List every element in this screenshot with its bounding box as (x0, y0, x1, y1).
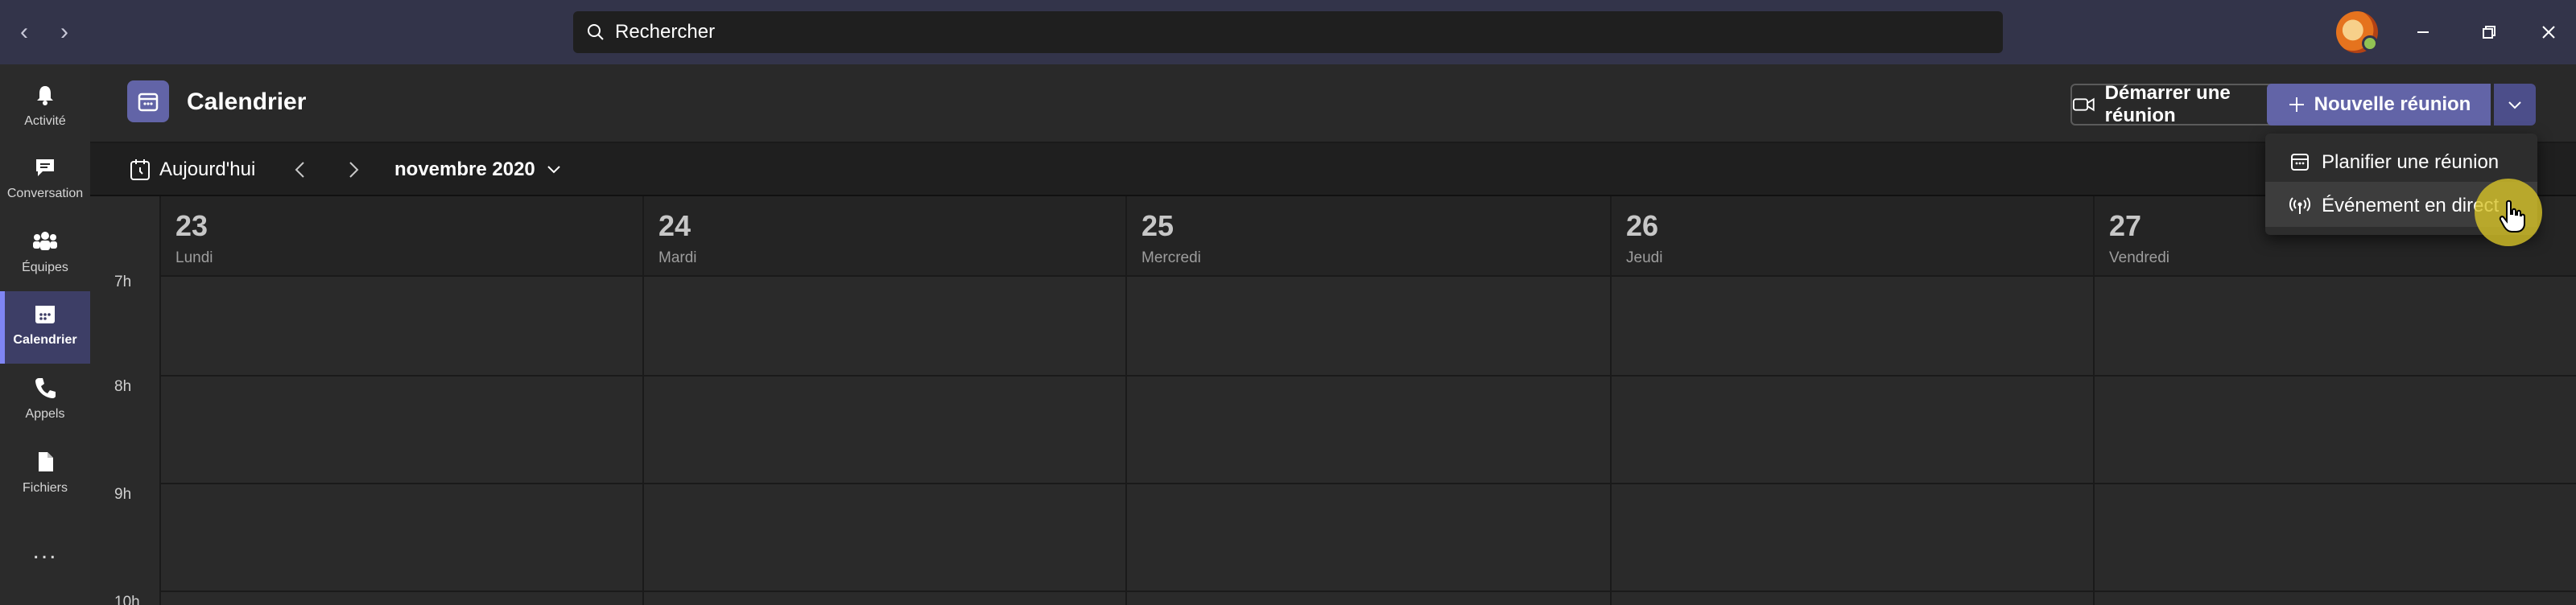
rail-item-chat[interactable]: Conversation (0, 145, 90, 217)
previous-week-button[interactable] (287, 156, 314, 183)
month-label: novembre 2020 (394, 158, 535, 180)
rail-item-calls[interactable]: Appels (0, 365, 90, 438)
rail-item-teams[interactable]: Équipes (0, 219, 90, 291)
menu-item-label: Planifier une réunion (2322, 151, 2500, 173)
day-number: 27 (2109, 209, 2142, 242)
page-title: Calendrier (187, 88, 307, 115)
app-rail: Activité Conversation Équipes Calendrier… (0, 64, 90, 605)
chevron-down-icon (547, 166, 560, 174)
rail-item-label: Calendrier (13, 333, 77, 347)
today-label: Aujourd'hui (159, 158, 256, 180)
calendar-today-icon (130, 159, 150, 180)
rail-item-calendar[interactable]: Calendrier (0, 291, 90, 364)
menu-item-schedule-meeting[interactable]: Planifier une réunion (2265, 138, 2537, 183)
day-name: Jeudi (1626, 249, 1663, 266)
forward-arrow-icon[interactable]: › (50, 18, 79, 47)
calendar-icon (2291, 154, 2309, 171)
page-header: Calendrier Démarrer une réunion Nouvelle… (90, 64, 2576, 143)
back-arrow-icon[interactable]: ‹ (10, 18, 39, 47)
rail-item-label: Fichiers (22, 481, 68, 495)
hand-cursor-icon (2499, 200, 2525, 233)
minimize-icon[interactable] (2405, 14, 2441, 50)
day-number: 24 (658, 209, 691, 242)
day-number: 25 (1141, 209, 1174, 242)
file-icon (33, 447, 57, 476)
broadcast-icon (2289, 197, 2310, 214)
next-week-button[interactable] (340, 156, 367, 183)
rail-item-label: Équipes (22, 261, 68, 274)
day-name: Lundi (175, 249, 213, 266)
hour-label: 8h (114, 378, 132, 395)
search-input[interactable] (615, 21, 1903, 43)
today-button[interactable]: Aujourd'hui (129, 156, 255, 183)
calendar-grid: 7h 8h 9h 10h 23 Lundi 24 Mardi 25 Mercre… (90, 196, 2576, 605)
day-column[interactable]: 27 Vendredi (2093, 196, 2576, 605)
teams-icon (31, 227, 59, 256)
day-header: 24 Mardi (644, 196, 1125, 277)
day-name: Mardi (658, 249, 697, 266)
start-meeting-button[interactable]: Démarrer une réunion (2070, 82, 2299, 126)
presence-badge-icon (2362, 35, 2378, 51)
calendar-app-icon (127, 80, 169, 122)
calendar-icon (33, 299, 57, 328)
title-bar: ‹ › (0, 0, 2576, 64)
new-meeting-dropdown-button[interactable] (2494, 84, 2536, 126)
hour-label: 9h (114, 486, 132, 503)
rail-item-label: Activité (24, 114, 66, 128)
hour-label: 10h (114, 594, 140, 605)
day-column[interactable]: 23 Lundi (159, 196, 642, 605)
close-icon[interactable] (2531, 14, 2566, 50)
month-picker[interactable]: novembre 2020 (394, 156, 563, 183)
video-camera-icon (2072, 97, 2095, 112)
chevron-right-icon (349, 162, 359, 178)
more-apps-button[interactable]: ... (0, 531, 90, 571)
calendar-toolbar: Aujourd'hui novembre 2020 (90, 143, 2576, 196)
new-meeting-button[interactable]: Nouvelle réunion (2267, 84, 2491, 126)
rail-item-activity[interactable]: Activité (0, 72, 90, 145)
day-header: 25 Mercredi (1127, 196, 1610, 277)
chevron-left-icon (295, 162, 304, 178)
day-column[interactable]: 25 Mercredi (1125, 196, 1610, 605)
hour-label: 7h (114, 274, 132, 290)
day-name: Vendredi (2109, 249, 2170, 266)
bell-icon (33, 80, 57, 109)
search-box[interactable] (573, 11, 2003, 53)
rail-item-label: Conversation (6, 187, 84, 200)
menu-item-label: Événement en direct (2322, 195, 2500, 216)
phone-icon (33, 373, 57, 402)
day-number: 23 (175, 209, 208, 242)
restore-icon[interactable] (2471, 14, 2507, 50)
day-column[interactable]: 26 Jeudi (1610, 196, 2093, 605)
day-header: 23 Lundi (161, 196, 642, 277)
rail-item-label: Appels (25, 407, 65, 421)
plus-icon (2289, 97, 2304, 112)
day-number: 26 (1626, 209, 1659, 242)
search-icon (588, 24, 604, 40)
chevron-down-icon (2508, 101, 2521, 109)
day-header: 26 Jeudi (1612, 196, 2093, 277)
chat-icon (33, 153, 57, 182)
rail-item-files[interactable]: Fichiers (0, 439, 90, 512)
day-name: Mercredi (1141, 249, 1201, 266)
day-column[interactable]: 24 Mardi (642, 196, 1125, 605)
new-meeting-label: Nouvelle réunion (2314, 93, 2471, 115)
